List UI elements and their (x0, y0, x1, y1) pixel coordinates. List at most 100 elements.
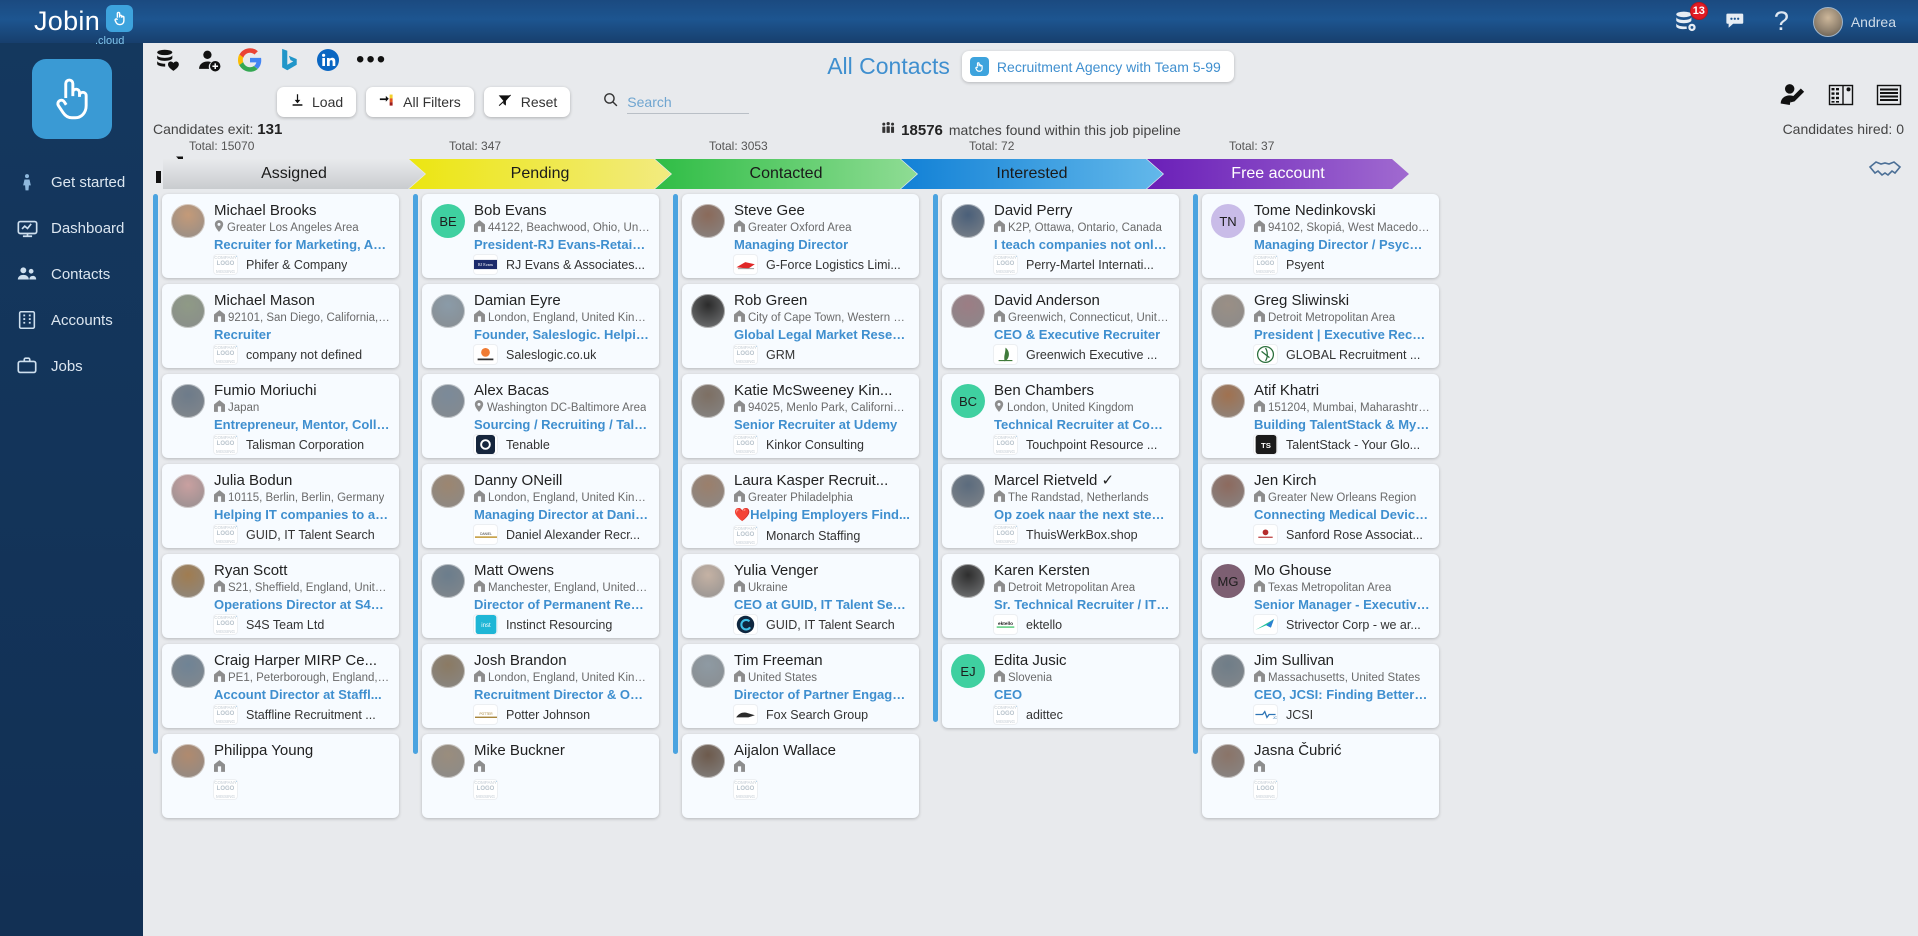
contact-job-title[interactable]: Technical Recruiter at Cont... (994, 417, 1170, 432)
edit-contact-icon[interactable] (1779, 81, 1806, 113)
contact-card[interactable]: MG Mo Ghouse Texas Metropolitan Area Senior… (1202, 554, 1439, 638)
contact-card[interactable]: BE Bob Evans 44122, Beachwood, Ohio, Unite… (422, 194, 659, 278)
contact-card[interactable]: Atif Khatri 151204, Mumbai, Maharashtra, … (1202, 374, 1439, 458)
user-menu[interactable]: Andrea (1812, 6, 1896, 37)
contact-job-title[interactable]: CEO (994, 687, 1170, 702)
contact-job-title[interactable]: Senior Recruiter at Udemy (734, 417, 910, 432)
contact-job-title[interactable]: Director of Permanent Recr... (474, 597, 650, 612)
contact-job-title[interactable]: Managing Director / Psycho... (1254, 237, 1430, 252)
contact-job-title[interactable]: Global Legal Market Resear... (734, 327, 910, 342)
contact-job-title[interactable]: Recruiter (214, 327, 390, 342)
sidebar-item-contacts[interactable]: Contacts (0, 251, 143, 297)
contact-card[interactable]: Aijalon Wallace COMPANY LOGO MISSING (682, 734, 919, 818)
contact-card[interactable]: Julia Bodun 10115, Berlin, Berlin, German… (162, 464, 399, 548)
contact-job-title[interactable]: Sourcing / Recruiting / Tale... (474, 417, 650, 432)
contact-card[interactable]: Greg Sliwinski Detroit Metropolitan Area P… (1202, 284, 1439, 368)
contact-job-title[interactable]: I teach companies not only ... (994, 237, 1170, 252)
column-scrollbar[interactable] (413, 194, 418, 754)
contact-card[interactable]: Fumio Moriuchi Japan Entrepreneur, Mentor,… (162, 374, 399, 458)
contact-card[interactable]: Michael Brooks Greater Los Angeles Area Re… (162, 194, 399, 278)
all-filters-button[interactable]: All Filters (366, 87, 474, 117)
contact-card[interactable]: Craig Harper MIRP Ce... PE1, Peterborough… (162, 644, 399, 728)
contact-job-title[interactable]: Managing Director (734, 237, 910, 252)
contact-card[interactable]: Matt Owens Manchester, England, United Ki… (422, 554, 659, 638)
search-input[interactable] (627, 90, 750, 114)
contact-card[interactable]: Michael Mason 92101, San Diego, Californi… (162, 284, 399, 368)
contact-job-title[interactable]: Recruiter for Marketing, Ad... (214, 237, 390, 252)
home-icon (214, 580, 225, 595)
column-scrollbar[interactable] (153, 194, 158, 754)
stage-header-pending[interactable]: Pending (409, 159, 671, 189)
contact-job-title[interactable]: Founder, Saleslogic. Helpin... (474, 327, 650, 342)
stage-header-free-account[interactable]: Free account (1147, 159, 1409, 189)
contact-card[interactable]: Josh Brandon London, England, United King… (422, 644, 659, 728)
contact-card[interactable]: Yulia Venger Ukraine CEO at GUID, IT Talen… (682, 554, 919, 638)
contact-card[interactable]: Laura Kasper Recruit... Greater Philadelp… (682, 464, 919, 548)
contact-job-title[interactable]: CEO & Executive Recruiter (994, 327, 1170, 342)
home-icon (734, 400, 745, 415)
contact-job-title[interactable]: President-RJ Evans-Retaine... (474, 237, 650, 252)
sidebar-item-accounts[interactable]: Accounts (0, 297, 143, 343)
sidebar-item-dashboard[interactable]: Dashboard (0, 205, 143, 251)
reset-button[interactable]: Reset (483, 87, 571, 117)
brand-logo[interactable]: Jobin .cloud (0, 5, 175, 47)
contact-card[interactable]: David Anderson Greenwich, Connecticut, Un… (942, 284, 1179, 368)
contact-job-title[interactable]: Account Director at Staffl... (214, 687, 390, 702)
load-button[interactable]: Load (277, 87, 357, 117)
contact-job-title[interactable]: CEO, JCSI: Finding Better C... (1254, 687, 1430, 702)
contact-job-title[interactable]: Recruitment Director & Ow... (474, 687, 650, 702)
team-plan-chip[interactable]: Recruitment Agency with Team 5-99 (961, 51, 1234, 82)
home-icon (214, 760, 225, 775)
contact-card[interactable]: Karen Kersten Detroit Metropolitan Area Sr… (942, 554, 1179, 638)
stage-header-contacted[interactable]: Contacted (655, 159, 917, 189)
contact-job-title[interactable]: Managing Director at Danie... (474, 507, 650, 522)
contact-card[interactable]: David Perry K2P, Ottawa, Ontario, Canada I… (942, 194, 1179, 278)
contact-job-title[interactable]: Connecting Medical Device ... (1254, 507, 1430, 522)
contact-job-title[interactable]: Sr. Technical Recruiter / IT ... (994, 597, 1170, 612)
svg-text:POTTER: POTTER (479, 712, 493, 716)
contact-job-title[interactable]: ❤️Helping Employers Find... (734, 507, 910, 523)
column-scrollbar[interactable] (933, 194, 938, 722)
contact-card[interactable]: Alex Bacas Washington DC-Baltimore Area So… (422, 374, 659, 458)
stage-header-interested[interactable]: Interested (901, 159, 1163, 189)
help-icon[interactable]: ? (1774, 6, 1789, 37)
column-scrollbar[interactable] (673, 194, 678, 754)
contact-job-title[interactable]: Entrepreneur, Mentor, Colla... (214, 417, 390, 432)
database-settings-icon[interactable]: 13 (1673, 1, 1708, 35)
contact-card[interactable]: Danny ONeill London, England, United King… (422, 464, 659, 548)
contact-job-title[interactable]: Director of Partner Engage... (734, 687, 910, 702)
contact-card[interactable]: Marcel Rietveld ✓ The Randstad, Netherlan… (942, 464, 1179, 548)
column-scrollbar[interactable] (1193, 194, 1198, 754)
contact-job-title[interactable]: Op zoek naar the next step i... (994, 507, 1170, 522)
contact-card[interactable]: Philippa Young COMPANY LOGO MISSING (162, 734, 399, 818)
contact-card[interactable]: BC Ben Chambers London, United Kingdom Tech… (942, 374, 1179, 458)
sidebar-item-get-started[interactable]: Get started (0, 159, 143, 205)
contact-card[interactable]: TN Tome Nedinkovski 94102, Skopiá, West Ma… (1202, 194, 1439, 278)
list-view-icon[interactable] (1876, 83, 1902, 112)
contact-job-title[interactable]: Senior Manager - Executive ... (1254, 597, 1430, 612)
chat-icon[interactable] (1723, 8, 1750, 35)
contact-job-title[interactable]: Building TalentStack & MyP... (1254, 417, 1430, 432)
contact-card[interactable]: Jim Sullivan Massachusetts, United States… (1202, 644, 1439, 728)
contact-job-title[interactable]: Helping IT companies to ac... (214, 507, 390, 522)
stage-label: Interested (996, 165, 1068, 182)
contact-card[interactable]: EJ Edita Jusic Slovenia CEO COMPANY LOGO MISSI… (942, 644, 1179, 728)
contact-card[interactable]: Ryan Scott S21, Sheffield, England, Unite… (162, 554, 399, 638)
sidebar-item-label: Accounts (51, 311, 113, 329)
sidebar-item-jobs[interactable]: Jobs (0, 343, 143, 389)
contact-card[interactable]: Mike Buckner COMPANY LOGO MISSING (422, 734, 659, 818)
hand-pointer-tile-icon[interactable] (31, 59, 112, 139)
home-icon (214, 310, 225, 325)
contact-card[interactable]: Damian Eyre London, England, United Kingd… (422, 284, 659, 368)
contact-card[interactable]: Steve Gee Greater Oxford Area Managing Dir… (682, 194, 919, 278)
stage-header-assigned[interactable]: Assigned (163, 159, 425, 189)
contact-job-title[interactable]: President | Executive Recrui... (1254, 327, 1430, 342)
board-view-icon[interactable] (1828, 83, 1854, 112)
contact-card[interactable]: Jen Kirch Greater New Orleans Region Conne… (1202, 464, 1439, 548)
contact-job-title[interactable]: Operations Director at S4S ... (214, 597, 390, 612)
contact-card[interactable]: Jasna Čubrić COMPANY LOGO MISSING (1202, 734, 1439, 818)
contact-job-title[interactable]: CEO at GUID, IT Talent Sear... (734, 597, 910, 612)
contact-card[interactable]: Tim Freeman United States Director of Part… (682, 644, 919, 728)
contact-card[interactable]: Katie McSweeney Kin... 94025, Menlo Park,… (682, 374, 919, 458)
contact-card[interactable]: Rob Green City of Cape Town, Western Ca..… (682, 284, 919, 368)
